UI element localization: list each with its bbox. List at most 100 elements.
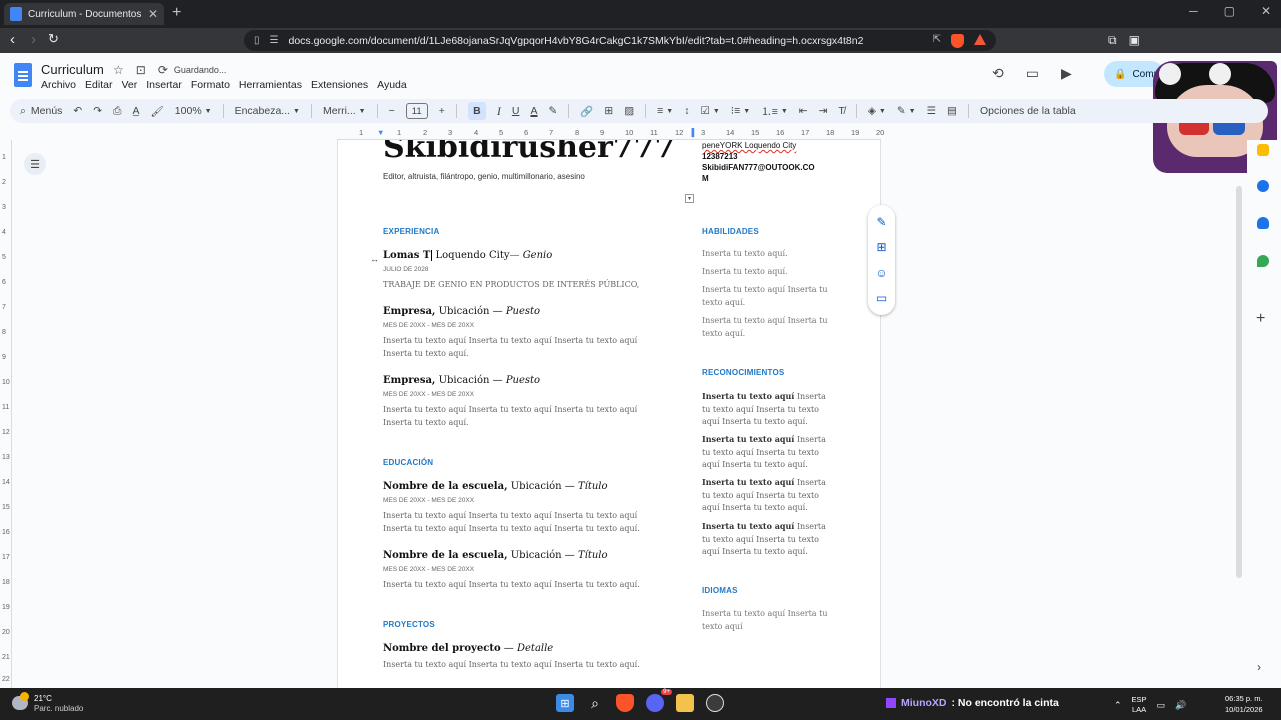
cell-fill-icon[interactable]: ◈ ▼ [868,105,886,117]
highlight-icon[interactable]: ✎ [548,105,557,117]
tab-close-icon[interactable]: ✕ [148,7,158,21]
job-title-2[interactable]: Empresa, Ubicación — Puesto [383,306,540,317]
forward-icon[interactable]: › [31,31,36,48]
keep-icon[interactable] [1257,144,1269,156]
italic-icon[interactable]: I [497,104,501,119]
increase-indent-icon[interactable]: ⇥ [819,105,828,117]
underline-icon[interactable]: U [512,105,520,117]
document-page[interactable]: Skibidirusher777 Editor, altruista, filá… [337,140,881,688]
comment-icon[interactable]: ⊞ [604,105,613,117]
emoji-icon[interactable]: ☺ [875,266,887,280]
volume-icon[interactable]: 🔊 [1175,700,1186,711]
document-title[interactable]: Curriculum [41,62,104,77]
close-window-icon[interactable]: ✕ [1261,4,1271,18]
resume-name[interactable]: Skibidirusher777 [383,140,675,165]
increase-font-icon[interactable]: + [439,105,445,117]
tasks-icon[interactable] [1257,180,1269,192]
search-icon[interactable]: ⌕ [586,694,604,712]
maps-icon[interactable] [1257,255,1269,267]
file-explorer-icon[interactable] [676,694,694,712]
edit-suggest-icon[interactable]: ✎ [876,215,886,229]
extensions-icon[interactable]: ⧉ [1108,33,1117,48]
skill-item[interactable]: Inserta tu texto aquí Inserta tu texto a… [702,315,830,340]
horizontal-ruler[interactable]: ▼ 1 1 2 3 4 5 6 7 8 9 10 11 12 ▐ 3 14 15… [337,128,884,140]
award-item[interactable]: Inserta tu texto aquí Inserta tu texto a… [702,433,830,472]
move-folder-icon[interactable]: ⊡ [136,63,146,77]
minimize-icon[interactable]: ─ [1189,4,1198,18]
redo-icon[interactable]: ↷ [93,105,102,117]
tray-chevron-icon[interactable]: ⌃ [1114,700,1122,711]
table-options-button[interactable]: Opciones de la tabla [980,105,1076,117]
menu-archivo[interactable]: Archivo [41,79,76,91]
award-item[interactable]: Inserta tu texto aquí Inserta tu texto a… [702,390,830,429]
align-icon[interactable]: ≡ ▼ [657,105,673,117]
start-icon[interactable]: ⊞ [556,694,574,712]
add-addon-icon[interactable]: + [1256,310,1265,328]
award-item[interactable]: Inserta tu texto aquí Inserta tu texto a… [702,520,830,559]
column-marker-icon[interactable]: ▐ [689,128,694,137]
job-title-3[interactable]: Empresa, Ubicación — Puesto [383,375,540,386]
border-dash-icon[interactable]: ▤ [947,105,957,117]
suggest-edit-icon[interactable]: ▭ [876,291,887,305]
indent-marker-icon[interactable]: ▼ [377,128,384,137]
brave-browser-icon[interactable] [616,694,634,712]
brave-shield-icon[interactable] [951,33,964,48]
school-title-1[interactable]: Nombre de la escuela, Ubicación — Título [383,481,608,492]
award-item[interactable]: Inserta tu texto aquí Inserta tu texto a… [702,476,830,515]
maximize-icon[interactable]: ▢ [1224,4,1235,18]
omnibox[interactable]: ▯ ☰ docs.google.com/document/d/1LJe68oja… [244,30,996,51]
weather-widget[interactable]: 21°C Parc. nublado [12,692,83,713]
language-indicator[interactable]: ESP LAA [1132,695,1147,715]
font-size-input[interactable]: 11 [405,103,428,119]
share-page-icon[interactable]: ⇱ [933,34,941,48]
text-color-icon[interactable]: A [530,105,537,117]
border-width-icon[interactable]: ☰ [927,105,936,117]
resume-subtitle[interactable]: Editor, altruista, filántropo, genio, mu… [383,172,585,181]
border-color-icon[interactable]: ✎ ▼ [897,105,916,117]
clock[interactable]: 06:35 p. m. 10/01/2026 [1225,693,1263,715]
vertical-ruler[interactable]: 1 2 3 4 5 6 7 8 9 10 11 12 13 14 15 16 1… [0,140,12,688]
browser-tab[interactable]: Curriculum - Documentos de Go... ✕ [4,3,164,25]
vertical-scrollbar[interactable] [1236,186,1242,578]
docs-logo-icon[interactable] [14,63,32,87]
project-title[interactable]: Nombre del proyecto — Detalle [383,643,553,654]
table-menu-icon[interactable]: ▾ [685,194,694,203]
checklist-icon[interactable]: ☑ ▼ [700,105,719,117]
menu-formato[interactable]: Formato [191,79,230,91]
bookmark-icon[interactable]: ▯ [254,35,260,46]
meet-icon[interactable]: ▶ [1061,65,1072,82]
collapse-panel-icon[interactable]: › [1257,660,1261,674]
outline-toggle-icon[interactable]: ☰ [24,153,46,175]
comments-icon[interactable]: ▭ [1026,65,1039,82]
numbered-list-icon[interactable]: ⒈≡ ▼ [761,104,788,119]
new-tab-icon[interactable]: + [172,4,181,22]
image-icon[interactable]: ▨ [624,105,634,117]
url-text[interactable]: docs.google.com/document/d/1LJe68ojanaSr… [288,35,932,47]
print-icon[interactable]: ⎙ [113,105,121,118]
menu-insertar[interactable]: Insertar [146,79,182,91]
clear-format-icon[interactable]: T̸ [838,105,844,117]
menu-extensiones[interactable]: Extensiones [311,79,368,91]
menu-editar[interactable]: Editar [85,79,112,91]
add-comment-icon[interactable]: ⊞ [876,240,886,254]
menu-herramientas[interactable]: Herramientas [239,79,302,91]
job-title-1[interactable]: Lomas T Loquendo City— Genio [383,250,552,261]
history-icon[interactable]: ⟲ [992,65,1004,82]
skill-item[interactable]: Inserta tu texto aquí. [702,266,830,279]
undo-icon[interactable]: ↶ [73,105,82,117]
skill-item[interactable]: Inserta tu texto aquí Inserta tu texto a… [702,284,830,309]
sidebar-icon[interactable]: ▣ [1129,33,1140,48]
spellcheck-icon[interactable]: A̲ [132,105,139,117]
skill-item[interactable]: Inserta tu texto aquí. [702,248,830,261]
network-icon[interactable]: ▭ [1157,700,1166,711]
brave-rewards-icon[interactable] [974,33,986,45]
line-spacing-icon[interactable]: ↕ [684,105,689,117]
discord-icon[interactable]: 9+ [646,689,672,712]
languages-text[interactable]: Inserta tu texto aquí Inserta tu texto a… [702,608,830,633]
bullet-list-icon[interactable]: ⁝≡ ▼ [731,105,750,117]
contacts-icon[interactable] [1257,217,1269,229]
site-info-icon[interactable]: ☰ [270,35,279,46]
menu-ver[interactable]: Ver [121,79,137,91]
link-icon[interactable]: 🔗 [580,105,593,118]
style-select[interactable]: Encabeza... ▼ [235,105,300,117]
